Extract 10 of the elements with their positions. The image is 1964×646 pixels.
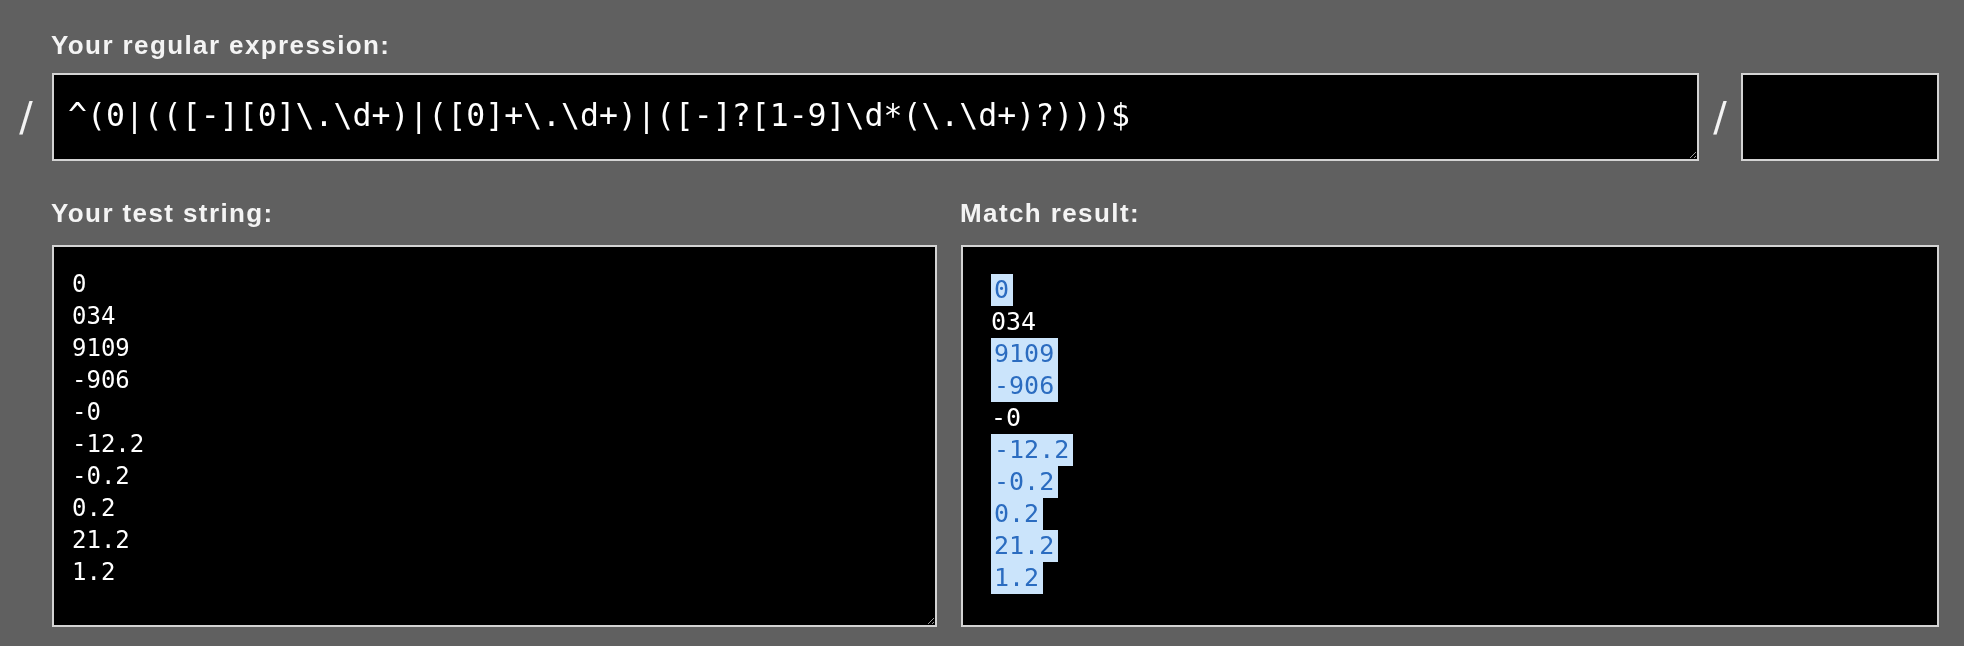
- unmatched-line: -0: [991, 402, 1022, 434]
- delimiter-slash: /: [1712, 95, 1728, 139]
- regex-field[interactable]: ^(0|(([-][0]\.\d+)|([0]+\.\d+)|([-]?[1-9]\d*(\.\d+)?)))$: [52, 73, 1699, 161]
- field-label: Your test string:: [51, 197, 275, 229]
- flags-field[interactable]: [1741, 73, 1939, 161]
- delimiter-slash: /: [18, 95, 34, 139]
- unmatched-line: 034: [991, 306, 1037, 338]
- test-string-field[interactable]: 0 034 9109 -906 -0 -12.2 -0.2 0.2 21.2 1.2: [52, 245, 937, 627]
- field-label: Match result:: [960, 197, 1141, 229]
- field-label: Your regular expression:: [51, 29, 392, 61]
